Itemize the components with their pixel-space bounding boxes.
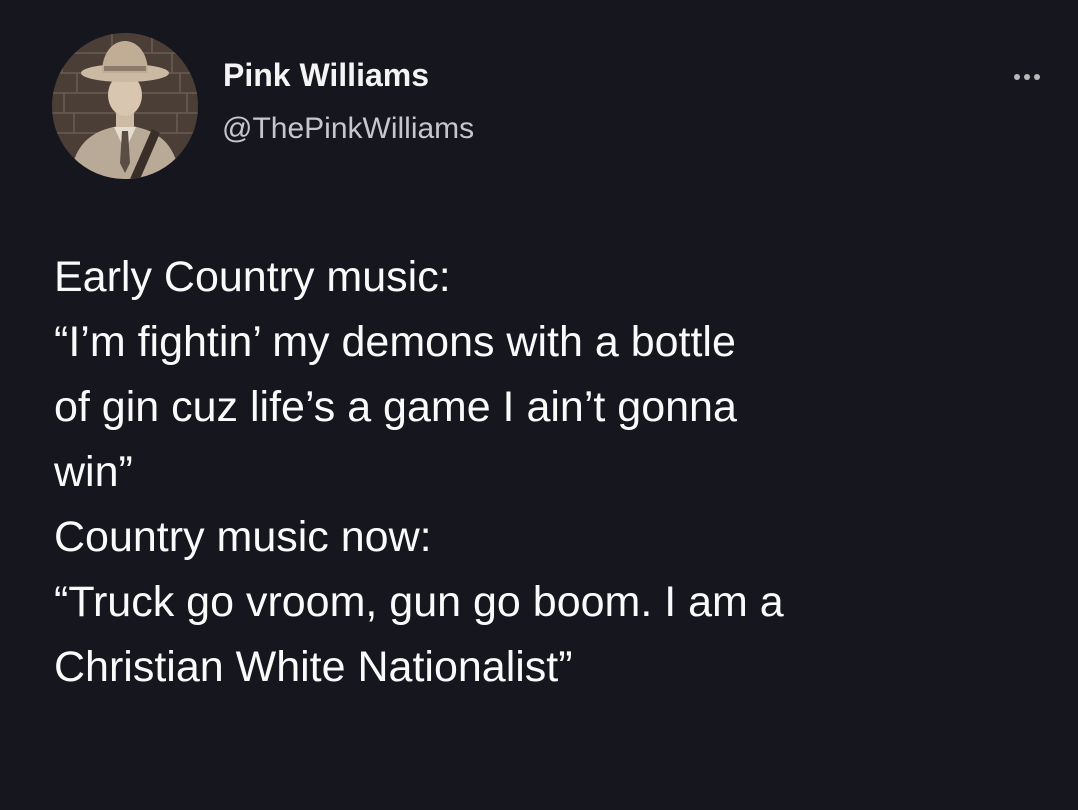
tweet-text-line: Christian White Nationalist” [54, 642, 573, 691]
tweet-text-line: Country music now: [54, 512, 432, 561]
more-horizontal-icon [1014, 74, 1040, 80]
author-handle[interactable]: @ThePinkWilliams [222, 112, 474, 146]
tweet-text-line: “I’m fightin’ my demons with a bottle [54, 317, 736, 366]
tweet-text-line: Early Country music: [54, 253, 451, 301]
author-display-name[interactable]: Pink Williams [223, 57, 429, 94]
avatar-photo [52, 33, 198, 179]
tweet-text-line: of gin cuz life’s a game I ain’t gonna [54, 382, 737, 431]
tweet-text: Early Country music: “I’m fightin’ my de… [54, 245, 1054, 699]
tweet-text-line: “Truck go vroom, gun go boom. I am a [54, 577, 784, 626]
more-options-button[interactable] [1004, 62, 1050, 92]
tweet-text-line: win” [54, 447, 133, 496]
author-avatar[interactable] [52, 33, 198, 179]
tweet-card: Pink Williams @ThePinkWilliams Early Cou… [0, 0, 1078, 810]
